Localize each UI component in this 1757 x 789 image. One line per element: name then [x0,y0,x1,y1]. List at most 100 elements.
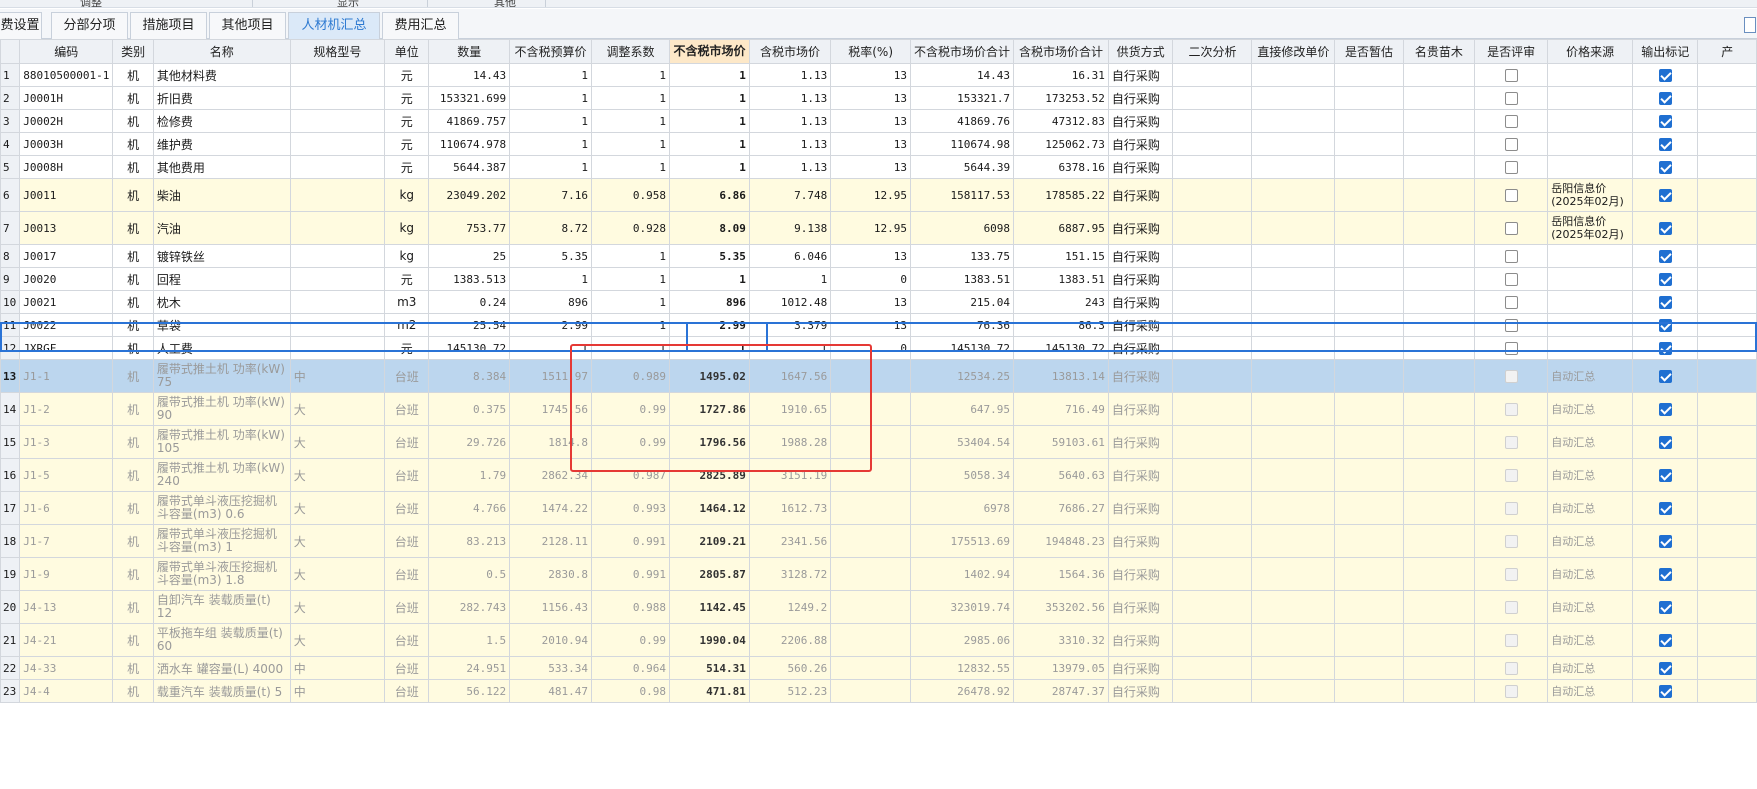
cell-quantity[interactable]: 8.384 [428,359,511,393]
review-checkbox[interactable] [1504,535,1518,548]
cell-secondary-analysis[interactable] [1172,244,1253,268]
output-checkbox[interactable] [1658,601,1672,614]
cell-market-total-tax[interactable]: 173253.52 [1013,86,1109,110]
cell-spec[interactable] [289,336,386,360]
cell-quantity[interactable]: 282.743 [428,590,511,624]
cell-unit[interactable]: 元 [384,109,430,133]
cell-secondary-analysis[interactable] [1172,623,1253,657]
cell-name[interactable]: 履带式推土机 功率(kW) 240 [152,458,291,492]
cell-category[interactable]: 机 [112,679,154,703]
cell-market-total-tax[interactable]: 86.3 [1013,313,1109,337]
cell-name[interactable]: 检修费 [152,109,291,133]
cell-precious-seedling[interactable] [1402,336,1475,360]
cell-market-price[interactable]: 1 [669,267,750,291]
cell-market-total[interactable]: 12534.25 [910,359,1015,393]
cell-market-total[interactable]: 158117.53 [910,178,1015,212]
cell-category[interactable]: 机 [112,425,154,459]
cell-quantity[interactable]: 25.54 [428,313,511,337]
cell-code[interactable]: J0013 [19,211,114,245]
cell-category[interactable]: 机 [112,244,154,268]
cell-name[interactable]: 枕木 [152,290,291,314]
cell-precious-seedling[interactable] [1402,290,1475,314]
cell-adjust-coef[interactable]: 0.988 [590,590,671,624]
output-checkbox[interactable] [1658,92,1672,105]
cell-spec[interactable] [289,267,386,291]
tab-other-items[interactable]: 其他项目 [209,12,286,39]
cell-output-flag[interactable] [1631,267,1699,291]
cell-category[interactable]: 机 [112,178,154,212]
cell-precious-seedling[interactable] [1402,590,1475,624]
cell-market-total[interactable]: 133.75 [910,244,1015,268]
cell-review-checkbox[interactable] [1473,524,1549,558]
cell-price-source[interactable]: 自动汇总 [1547,524,1633,558]
cell-adjust-coef[interactable]: 1 [590,63,671,87]
cell-direct-edit-price[interactable] [1251,590,1336,624]
cell-unit[interactable]: 元 [384,63,430,87]
review-checkbox[interactable] [1504,296,1518,309]
cell-budget-price[interactable]: 2128.11 [509,524,592,558]
cell-budget-price[interactable]: 1814.8 [509,425,592,459]
cell-unit[interactable]: 元 [384,86,430,110]
cell-price-source[interactable]: 自动汇总 [1547,623,1633,657]
cell-market-total[interactable]: 5058.34 [910,458,1015,492]
table-row[interactable]: 10 J0021 机 枕木 m3 0.24 896 1 896 1012.48 13 215.04 24… [0,290,1757,314]
cell-is-provisional[interactable] [1334,623,1404,657]
output-checkbox[interactable] [1658,161,1672,174]
cell-adjust-coef[interactable]: 0.98 [590,679,671,703]
review-checkbox[interactable] [1504,601,1518,614]
cell-review-checkbox[interactable] [1473,244,1549,268]
cell-quantity[interactable]: 145130.72 [428,336,511,360]
cell-tax-rate[interactable]: 13 [830,86,912,110]
cell-direct-edit-price[interactable] [1251,86,1336,110]
cell-output-flag[interactable] [1631,336,1699,360]
cell-secondary-analysis[interactable] [1172,132,1253,156]
cell-direct-edit-price[interactable] [1251,63,1336,87]
col-header[interactable]: 直接修改单价 [1251,39,1336,64]
cell-market-total[interactable]: 145130.72 [910,336,1015,360]
col-header[interactable]: 不含税市场价合计 [910,39,1015,64]
cell-code[interactable]: J0017 [19,244,114,268]
row-number[interactable]: 12 [0,336,21,360]
cell-precious-seedling[interactable] [1402,155,1475,179]
cell-supply-mode[interactable]: 自行采购 [1107,109,1174,133]
tab-labor-material-summary[interactable]: 人材机汇总 [288,12,380,39]
cell-extra[interactable] [1697,590,1757,624]
cell-market-total-tax[interactable]: 716.49 [1013,392,1109,426]
cell-price-source[interactable] [1547,86,1633,110]
cell-quantity[interactable]: 0.375 [428,392,511,426]
cell-market-total-tax[interactable]: 178585.22 [1013,178,1109,212]
cell-quantity[interactable]: 23049.202 [428,178,511,212]
cell-is-provisional[interactable] [1334,267,1404,291]
cell-extra[interactable] [1697,290,1757,314]
cell-market-total[interactable]: 153321.7 [910,86,1015,110]
cell-tax-rate[interactable]: 13 [830,313,912,337]
cell-is-provisional[interactable] [1334,557,1404,591]
cell-extra[interactable] [1697,178,1757,212]
table-row[interactable]: 21 J4-21 机 平板拖车组 装载质量(t) 60 大 台班 1.5 2010.94 0.9… [0,623,1757,657]
output-checkbox[interactable] [1658,319,1672,332]
cell-market-total[interactable]: 41869.76 [910,109,1015,133]
cell-secondary-analysis[interactable] [1172,109,1253,133]
cell-spec[interactable] [289,313,386,337]
cell-market-price-tax[interactable]: 9.138 [748,211,832,245]
cell-market-price[interactable]: 514.31 [669,656,750,680]
cell-budget-price[interactable]: 481.47 [509,679,592,703]
cell-spec[interactable]: 大 [289,392,386,426]
row-number[interactable]: 16 [0,458,21,492]
cell-adjust-coef[interactable]: 0.99 [590,392,671,426]
row-number[interactable]: 2 [0,86,21,110]
cell-quantity[interactable]: 1383.513 [428,267,511,291]
cell-direct-edit-price[interactable] [1251,359,1336,393]
col-header[interactable]: 税率(%) [830,39,912,64]
output-checkbox[interactable] [1658,634,1672,647]
cell-spec[interactable] [289,178,386,212]
cell-budget-price[interactable]: 2.99 [509,313,592,337]
col-header[interactable]: 名称 [152,39,291,64]
cell-market-price-tax[interactable]: 1.13 [748,86,832,110]
cell-code[interactable]: J0022 [19,313,114,337]
review-checkbox[interactable] [1504,69,1518,82]
cell-spec[interactable] [289,86,386,110]
cell-review-checkbox[interactable] [1473,132,1549,156]
cell-price-source[interactable] [1547,267,1633,291]
cell-tax-rate[interactable] [830,392,912,426]
